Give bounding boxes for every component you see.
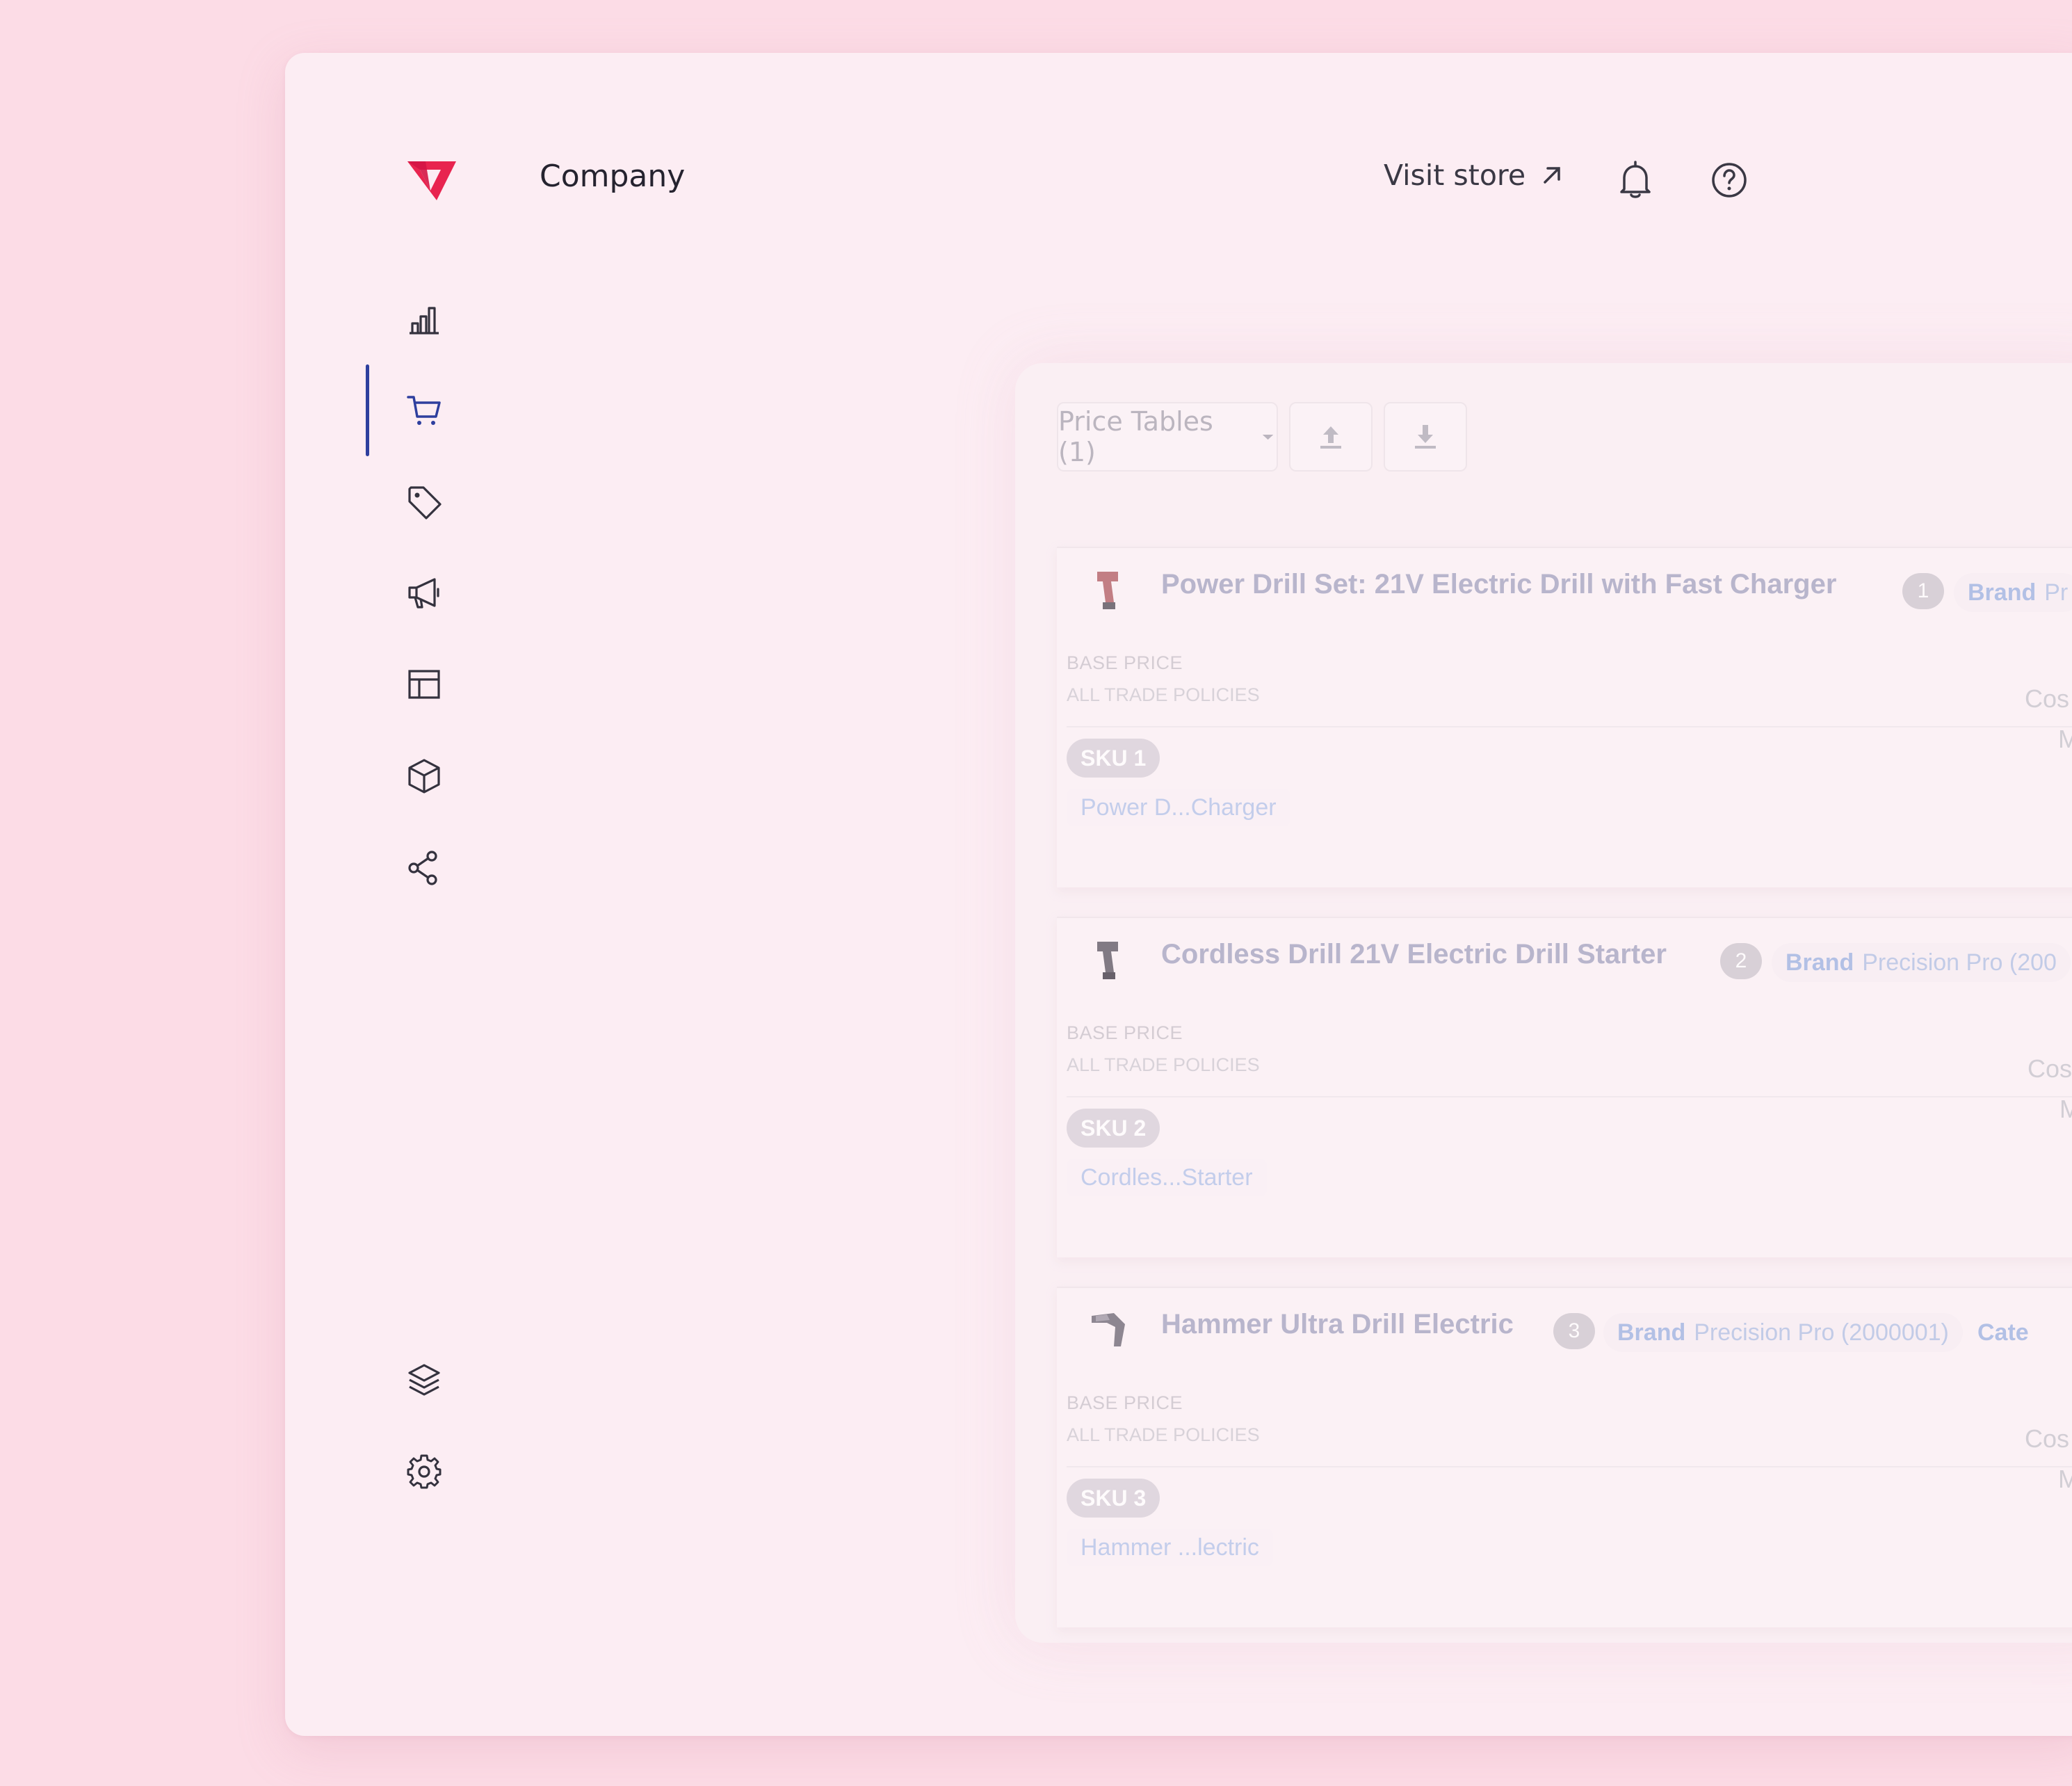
layers-icon bbox=[408, 1364, 440, 1396]
brand-value: Precision Pro (2000001) bbox=[1694, 1319, 1949, 1346]
card-divider bbox=[1067, 1096, 2072, 1097]
nav-inventory[interactable] bbox=[405, 757, 444, 796]
megaphone-icon bbox=[408, 578, 439, 609]
brand-value: Pr bbox=[2044, 579, 2069, 606]
sku-badge: SKU 2 bbox=[1067, 1109, 1160, 1148]
base-price-label: BASE PRICE bbox=[1067, 1392, 1183, 1413]
nav-analytics[interactable] bbox=[405, 299, 444, 338]
box-icon bbox=[408, 759, 440, 794]
sku-name-link[interactable]: Cordles...Starter bbox=[1067, 1159, 1267, 1196]
card-divider bbox=[1067, 1466, 2072, 1467]
product-title[interactable]: Power Drill Set: 21V Electric Drill with… bbox=[1161, 569, 1836, 600]
external-arrow-icon bbox=[1544, 167, 1560, 184]
product-title[interactable]: Cordless Drill 21V Electric Drill Starte… bbox=[1161, 939, 1667, 970]
hammer-drill-thumbnail-icon bbox=[1092, 1313, 1125, 1346]
brand-chip[interactable]: Brand Precision Pro (200 bbox=[1772, 943, 2071, 982]
nav-promotions[interactable] bbox=[405, 573, 444, 612]
nav-orders[interactable] bbox=[405, 391, 444, 430]
brand-chip[interactable]: Brand Pr bbox=[1954, 573, 2072, 612]
upload-icon bbox=[1320, 426, 1341, 449]
price-tables-label: Price Tables (1) bbox=[1058, 406, 1213, 467]
nav-active-indicator bbox=[366, 364, 369, 456]
brand-chip[interactable]: Brand Precision Pro (2000001) bbox=[1603, 1313, 1963, 1352]
drill-thumbnail-icon bbox=[1097, 572, 1118, 609]
app-window: Company Visit store Price Tables (1) Pow… bbox=[285, 53, 2072, 1736]
visit-store-link[interactable]: Visit store bbox=[1384, 159, 1566, 192]
cost-label-3: Cos bbox=[2025, 1424, 2070, 1453]
product-index-badge: 1 bbox=[1902, 573, 1944, 609]
sku-name-link[interactable]: Power D...Charger bbox=[1067, 789, 1290, 826]
card-divider bbox=[1067, 726, 2072, 727]
brand-label: Brand bbox=[1968, 579, 2037, 606]
vtex-logo-icon[interactable] bbox=[405, 159, 459, 204]
cost-label-2: Cos bbox=[2028, 1054, 2072, 1083]
price-tables-panel: Price Tables (1) Power Drill Set: 21V El… bbox=[1015, 363, 2072, 1643]
base-price-label: BASE PRICE bbox=[1067, 652, 1183, 673]
cost-label-1: Cos bbox=[2025, 684, 2070, 713]
nav-catalog[interactable] bbox=[405, 483, 444, 522]
category-chip[interactable]: Cate bbox=[1977, 1313, 2029, 1352]
download-button[interactable] bbox=[1384, 402, 1467, 472]
product-card[interactable]: Cordless Drill 21V Electric Drill Starte… bbox=[1057, 917, 2072, 1257]
product-card[interactable]: Hammer Ultra Drill Electric 3 Brand Prec… bbox=[1057, 1287, 2072, 1627]
trade-policies-label: ALL TRADE POLICIES bbox=[1067, 1424, 1260, 1445]
product-index-badge: 2 bbox=[1720, 943, 1762, 979]
m-label-1: M bbox=[2058, 725, 2072, 753]
layout-icon bbox=[408, 670, 440, 699]
upload-button[interactable] bbox=[1289, 402, 1373, 472]
nav-integrations[interactable] bbox=[405, 848, 444, 887]
help-icon[interactable] bbox=[1710, 161, 1748, 199]
tag-icon bbox=[408, 486, 442, 520]
nav-apps[interactable] bbox=[405, 1360, 444, 1399]
trade-policies-label: ALL TRADE POLICIES bbox=[1067, 684, 1260, 705]
m-label-3: M bbox=[2058, 1465, 2072, 1493]
analytics-icon bbox=[410, 307, 439, 335]
settings-icon bbox=[407, 1454, 442, 1489]
cart-icon bbox=[407, 396, 441, 425]
nav-storefront[interactable] bbox=[405, 665, 444, 704]
product-card[interactable]: Power Drill Set: 21V Electric Drill with… bbox=[1057, 547, 2072, 887]
panel-toolbar: Price Tables (1) bbox=[1057, 402, 1467, 472]
chevron-down-icon bbox=[1262, 435, 1274, 440]
brand-label: Brand bbox=[1786, 949, 1854, 976]
drill-thumbnail-icon bbox=[1097, 942, 1118, 979]
share-icon bbox=[408, 851, 437, 885]
product-index-badge: 3 bbox=[1553, 1313, 1595, 1349]
sku-name-link[interactable]: Hammer ...lectric bbox=[1067, 1529, 1273, 1566]
sku-badge: SKU 1 bbox=[1067, 739, 1160, 778]
m-label-2: M bbox=[2059, 1095, 2072, 1123]
nav-settings[interactable] bbox=[405, 1452, 444, 1491]
brand-value: Precision Pro (200 bbox=[1862, 949, 2057, 976]
trade-policies-label: ALL TRADE POLICIES bbox=[1067, 1054, 1260, 1075]
download-icon bbox=[1415, 425, 1436, 449]
product-title[interactable]: Hammer Ultra Drill Electric bbox=[1161, 1309, 1514, 1340]
company-name: Company bbox=[540, 159, 686, 194]
sku-badge: SKU 3 bbox=[1067, 1479, 1160, 1518]
base-price-label: BASE PRICE bbox=[1067, 1022, 1183, 1043]
brand-label: Brand bbox=[1617, 1319, 1686, 1346]
bell-icon[interactable] bbox=[1617, 160, 1653, 200]
price-tables-dropdown[interactable]: Price Tables (1) bbox=[1057, 402, 1278, 472]
visit-store-label: Visit store bbox=[1384, 159, 1526, 192]
